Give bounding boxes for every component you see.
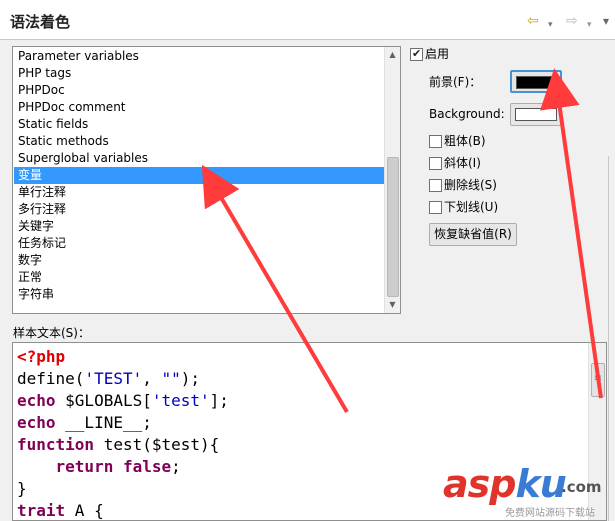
list-item[interactable]: 任务标记 [14,235,384,252]
list-item[interactable]: Static methods [14,133,384,150]
bold-label: 粗体(B) [444,134,486,148]
code-token: A { [65,501,104,520]
code-token: $GLOBALS[ [55,391,152,410]
list-item[interactable]: 单行注释 [14,184,384,201]
code-token: define( [17,369,85,388]
code-token: 'test' [151,391,210,410]
list-item[interactable]: PHPDoc [14,82,384,99]
underline-checkbox[interactable] [429,201,442,214]
code-token: test($test){ [94,435,220,454]
background-label: Background: [429,107,505,121]
list-item[interactable]: 字符串 [14,286,384,303]
syntax-element-list[interactable]: Parameter variables PHP tags PHPDoc PHPDoc … [12,46,401,314]
code-token: echo [17,413,56,432]
italic-checkbox[interactable] [429,157,442,170]
forward-dropdown-icon[interactable]: ▾ [587,16,592,34]
italic-label: 斜体(I) [444,156,481,170]
list-item[interactable]: 多行注释 [14,201,384,218]
list-item[interactable]: PHP tags [14,65,384,82]
enable-checkbox[interactable] [410,46,423,62]
list-scrollbar-thumb[interactable] [387,157,399,297]
code-line: } [17,478,27,500]
list-scrollbar[interactable]: ▲ ▼ [384,47,400,313]
code-line: define('TEST', ""); [17,368,200,390]
code-token: echo [17,391,56,410]
preview-scrollbar-thumb[interactable]: ≡ [591,363,605,397]
watermark-subtitle: 免费网站源码下载站 [505,508,595,519]
back-arrow-icon[interactable]: ⇦ [527,12,539,30]
code-token: "" [161,369,181,388]
code-token: <?php [17,347,66,366]
code-token: return [55,457,114,476]
watermark-domain: .com [561,478,602,496]
foreground-color-button[interactable] [510,70,562,93]
strikethrough-label: 删除线(S) [444,178,497,192]
list-item[interactable]: Static fields [14,116,384,133]
list-item[interactable]: Parameter variables [14,48,384,65]
code-token: } [17,479,27,498]
restore-defaults-button[interactable]: 恢复缺省值(R) [429,223,517,246]
foreground-color-swatch [516,76,558,89]
code-line: function test($test){ [17,434,219,456]
code-token: ]; [209,391,229,410]
back-dropdown-icon[interactable]: ▾ [548,16,553,34]
code-token: __LINE__; [55,413,152,432]
enable-label: 启用 [425,47,450,61]
code-token: ; [171,457,181,476]
list-item[interactable]: 正常 [14,269,384,286]
code-token: 'TEST' [84,369,143,388]
scroll-up-icon[interactable]: ▲ [385,47,400,63]
watermark-logo: aspku [443,462,567,506]
code-line: <?php [17,346,65,368]
code-token: function [17,435,95,454]
preference-page-header: 语法着色 ⇦ ▾ ⇨ ▾ ▾ [0,0,615,40]
underline-label: 下划线(U) [444,200,499,214]
background-color-swatch [515,108,557,121]
foreground-label: 前景(F)： [429,75,482,89]
page-title: 语法着色 [10,13,71,31]
list-item[interactable]: 变量 [14,167,384,184]
code-token: false [122,457,172,476]
forward-arrow-icon[interactable]: ⇨ [566,12,578,30]
code-token: trait [17,501,66,520]
bold-checkbox[interactable] [429,135,442,148]
menu-dropdown-icon[interactable]: ▾ [603,12,609,30]
preview-label: 样本文本(S)： [13,326,90,340]
list-item[interactable]: 数字 [14,252,384,269]
site-watermark: aspku .com 免费网站源码下载站 [443,462,613,520]
strikethrough-checkbox[interactable] [429,179,442,192]
scroll-down-icon[interactable]: ▼ [385,297,400,313]
code-token: ); [180,369,201,388]
list-item[interactable]: PHPDoc comment [14,99,384,116]
list-item[interactable]: Superglobal variables [14,150,384,167]
code-line: trait A { [17,500,104,520]
code-token: , [142,369,162,388]
list-item[interactable]: 关键字 [14,218,384,235]
code-line: return false; [17,456,181,478]
background-color-button[interactable] [510,103,562,126]
code-line: echo $GLOBALS['test']; [17,390,229,412]
code-line: echo __LINE__; [17,412,152,434]
